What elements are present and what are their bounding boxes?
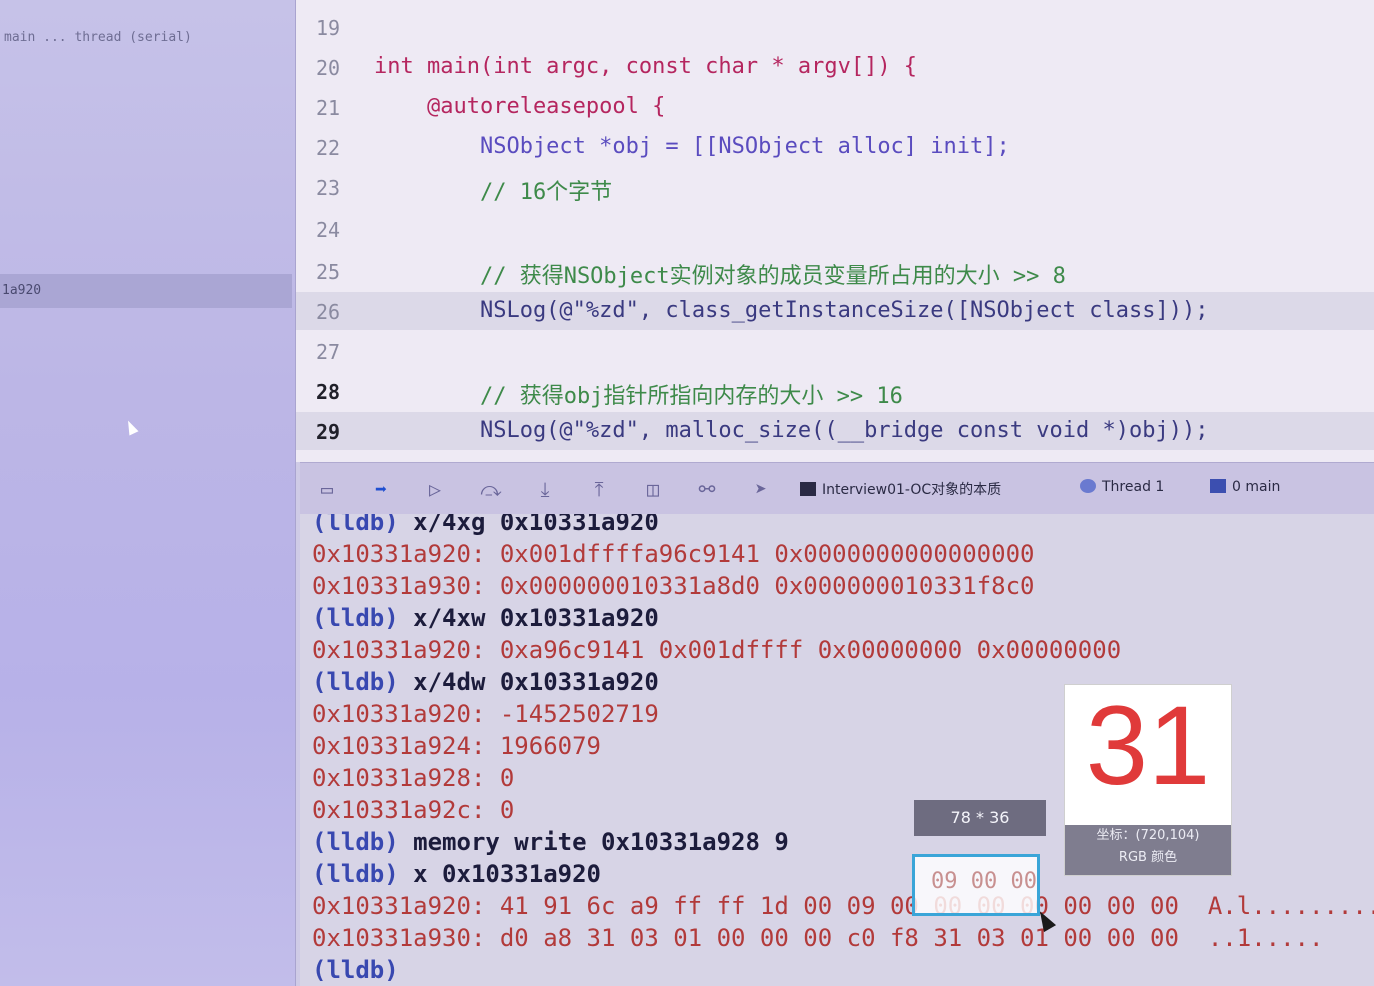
breadcrumb-frame[interactable]: 0 main xyxy=(1210,479,1280,495)
capture-magnifier: 31 坐标：(720,104) RGB 颜色 xyxy=(1064,683,1232,876)
code-line[interactable]: 29 NSLog(@"%zd", malloc_size((__bridge c… xyxy=(296,412,1374,450)
line-number[interactable]: 25 xyxy=(316,260,366,284)
code-text[interactable]: NSLog(@"%zd", malloc_size((__bridge cons… xyxy=(374,418,1209,443)
breadcrumb-thread-label: Thread 1 xyxy=(1102,479,1165,495)
console-output: 0x10331a920: 41 91 6c a9 ff ff 1d 00 09 … xyxy=(312,892,1374,920)
hide-debug-area-button[interactable]: ▭ xyxy=(314,477,340,501)
lldb-prompt: (lldb) xyxy=(312,828,399,856)
line-number[interactable]: 21 xyxy=(316,96,366,120)
line-number[interactable]: 23 xyxy=(316,176,366,200)
code-line[interactable]: 27 xyxy=(296,332,1374,370)
capture-size-tag: 78 * 36 xyxy=(914,800,1046,836)
breadcrumb-project-label: Interview01-OC对象的本质 xyxy=(822,482,1002,498)
breadcrumb-frame-label: 0 main xyxy=(1232,479,1281,495)
code-text[interactable]: int main(int argc, const char * argv[]) … xyxy=(374,54,917,79)
lldb-prompt: (lldb) xyxy=(312,860,399,888)
breadcrumb-thread[interactable]: Thread 1 xyxy=(1080,479,1164,495)
location-button[interactable]: ➤ xyxy=(748,477,774,501)
code-line[interactable]: 25 // 获得NSObject实例对象的成员变量所占用的大小 >> 8 xyxy=(296,252,1374,290)
line-number[interactable]: 19 xyxy=(316,16,366,40)
lldb-prompt: (lldb) xyxy=(312,604,399,632)
memory-graph-button[interactable]: ⚯ xyxy=(694,477,720,501)
console-command: (lldb) xyxy=(312,956,399,984)
console-output: 0x10331a930: d0 a8 31 03 01 00 00 00 c0 … xyxy=(312,924,1324,952)
sidebar-row-address[interactable]: 1a920 xyxy=(0,274,292,308)
code-line[interactable]: 28 // 获得obj指针所指向内存的大小 >> 16 xyxy=(296,372,1374,410)
code-text[interactable]: @autoreleasepool { xyxy=(374,94,665,119)
console-command: (lldb) x/4dw 0x10331a920 xyxy=(312,668,659,696)
console-command: (lldb) x/4xw 0x10331a920 xyxy=(312,604,659,632)
step-over-button[interactable]: ⤼ xyxy=(478,477,504,501)
line-number[interactable]: 24 xyxy=(316,218,366,242)
code-text[interactable]: // 获得NSObject实例对象的成员变量所占用的大小 >> 8 xyxy=(374,258,1066,290)
code-line[interactable]: 21 @autoreleasepool { xyxy=(296,88,1374,126)
console-output: 0x10331a924: 1966079 xyxy=(312,732,601,760)
source-editor[interactable]: 19 20 int main(int argc, const char * argv… xyxy=(296,0,1374,462)
console-output: 0x10331a920: -1452502719 xyxy=(312,700,659,728)
lldb-prompt: (lldb) xyxy=(312,514,399,536)
continue-button[interactable]: ▷ xyxy=(422,477,448,501)
code-text[interactable]: // 16个字节 xyxy=(374,174,612,206)
console-command: (lldb) memory write 0x10331a928 9 xyxy=(312,828,789,856)
breakpoints-toggle-button[interactable]: ➡ xyxy=(368,477,394,501)
line-number[interactable]: 29 xyxy=(316,420,366,444)
line-number[interactable]: 27 xyxy=(316,340,366,364)
capture-selection-box[interactable]: 09 00 00 xyxy=(912,854,1040,916)
line-number[interactable]: 22 xyxy=(316,136,366,160)
lldb-prompt: (lldb) xyxy=(312,668,399,696)
console-output: 0x10331a920: 0xa96c9141 0x001dffff 0x000… xyxy=(312,636,1122,664)
navigator-sidebar: main ... thread (serial) 1a920 xyxy=(0,0,296,986)
selection-text: 09 00 00 xyxy=(931,869,1037,894)
sidebar-row-thread[interactable]: main ... thread (serial) xyxy=(0,30,294,45)
thread-icon xyxy=(1080,479,1096,493)
view-hierarchy-button[interactable]: ◫ xyxy=(640,477,666,501)
magnifier-color: RGB 颜色 xyxy=(1118,850,1178,865)
code-line[interactable]: 20 int main(int argc, const char * argv[]… xyxy=(296,48,1374,86)
code-text[interactable]: // 获得obj指针所指向内存的大小 >> 16 xyxy=(374,378,903,410)
magnifier-info: 坐标：(720,104) RGB 颜色 xyxy=(1065,825,1231,875)
app-icon xyxy=(800,482,816,496)
breadcrumb-project[interactable]: Interview01-OC对象的本质 xyxy=(800,479,1001,499)
code-line[interactable]: 24 xyxy=(296,210,1374,248)
console-command: (lldb) x 0x10331a920 xyxy=(312,860,601,888)
code-line[interactable]: 26 NSLog(@"%zd", class_getInstanceSize([… xyxy=(296,292,1374,330)
code-text[interactable]: NSObject *obj = [[NSObject alloc] init]; xyxy=(374,134,1010,159)
frame-icon xyxy=(1210,479,1226,493)
console-output: 0x10331a930: 0x000000010331a8d0 0x000000… xyxy=(312,572,1035,600)
line-number[interactable]: 28 xyxy=(316,380,366,404)
debug-toolbar: ▭ ➡ ▷ ⤼ ⤓ ⤒ ◫ ⚯ ➤ Interview01-OC对象的本质 Th… xyxy=(300,462,1374,515)
console-command: (lldb) x/4xg 0x10331a920 xyxy=(312,514,659,536)
code-line[interactable]: 23 // 16个字节 xyxy=(296,168,1374,206)
console-output: 0x10331a928: 0 xyxy=(312,764,515,792)
code-text[interactable]: NSLog(@"%zd", class_getInstanceSize([NSO… xyxy=(374,298,1209,323)
console-output: 0x10331a92c: 0 xyxy=(312,796,515,824)
console-output: 0x10331a920: 0x001dffffa96c9141 0x000000… xyxy=(312,540,1035,568)
magnifier-coordinates: 坐标：(720,104) xyxy=(1096,828,1200,843)
step-out-button[interactable]: ⤒ xyxy=(586,477,612,501)
code-line[interactable]: 19 xyxy=(296,8,1374,46)
line-number[interactable]: 26 xyxy=(316,300,366,324)
magnifier-value: 31 xyxy=(1085,683,1211,808)
mouse-cursor-icon xyxy=(123,418,139,436)
lldb-prompt: (lldb) xyxy=(312,956,399,984)
code-line[interactable]: 22 NSObject *obj = [[NSObject alloc] ini… xyxy=(296,128,1374,166)
step-into-button[interactable]: ⤓ xyxy=(532,477,558,501)
line-number[interactable]: 20 xyxy=(316,56,366,80)
